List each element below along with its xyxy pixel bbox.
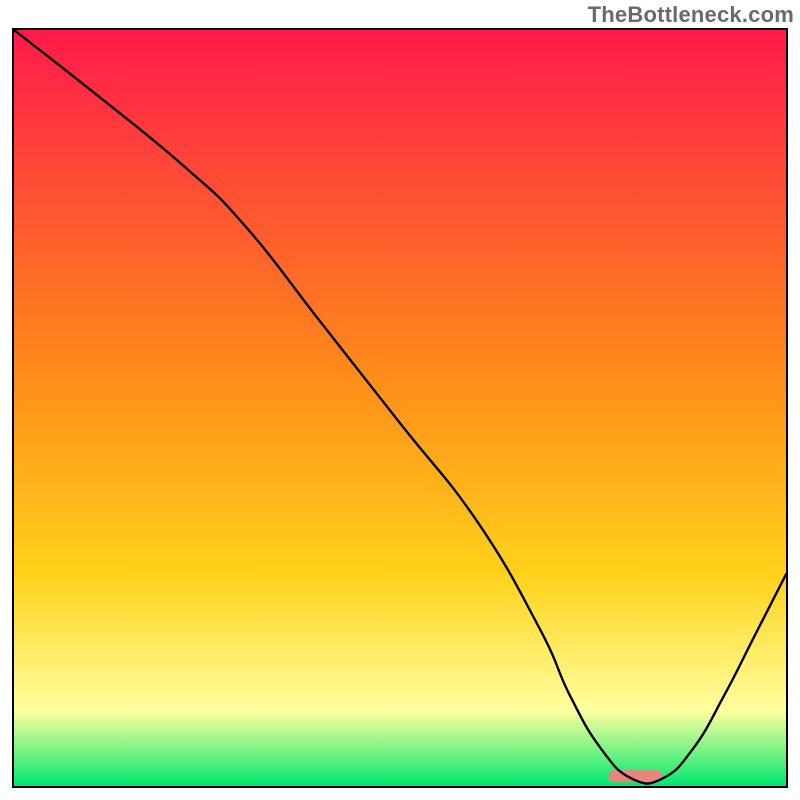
bottleneck-curve bbox=[14, 30, 786, 786]
watermark-label: TheBottleneck.com bbox=[588, 2, 794, 28]
chart-container: TheBottleneck.com bbox=[0, 0, 800, 800]
plot-area bbox=[12, 28, 788, 788]
